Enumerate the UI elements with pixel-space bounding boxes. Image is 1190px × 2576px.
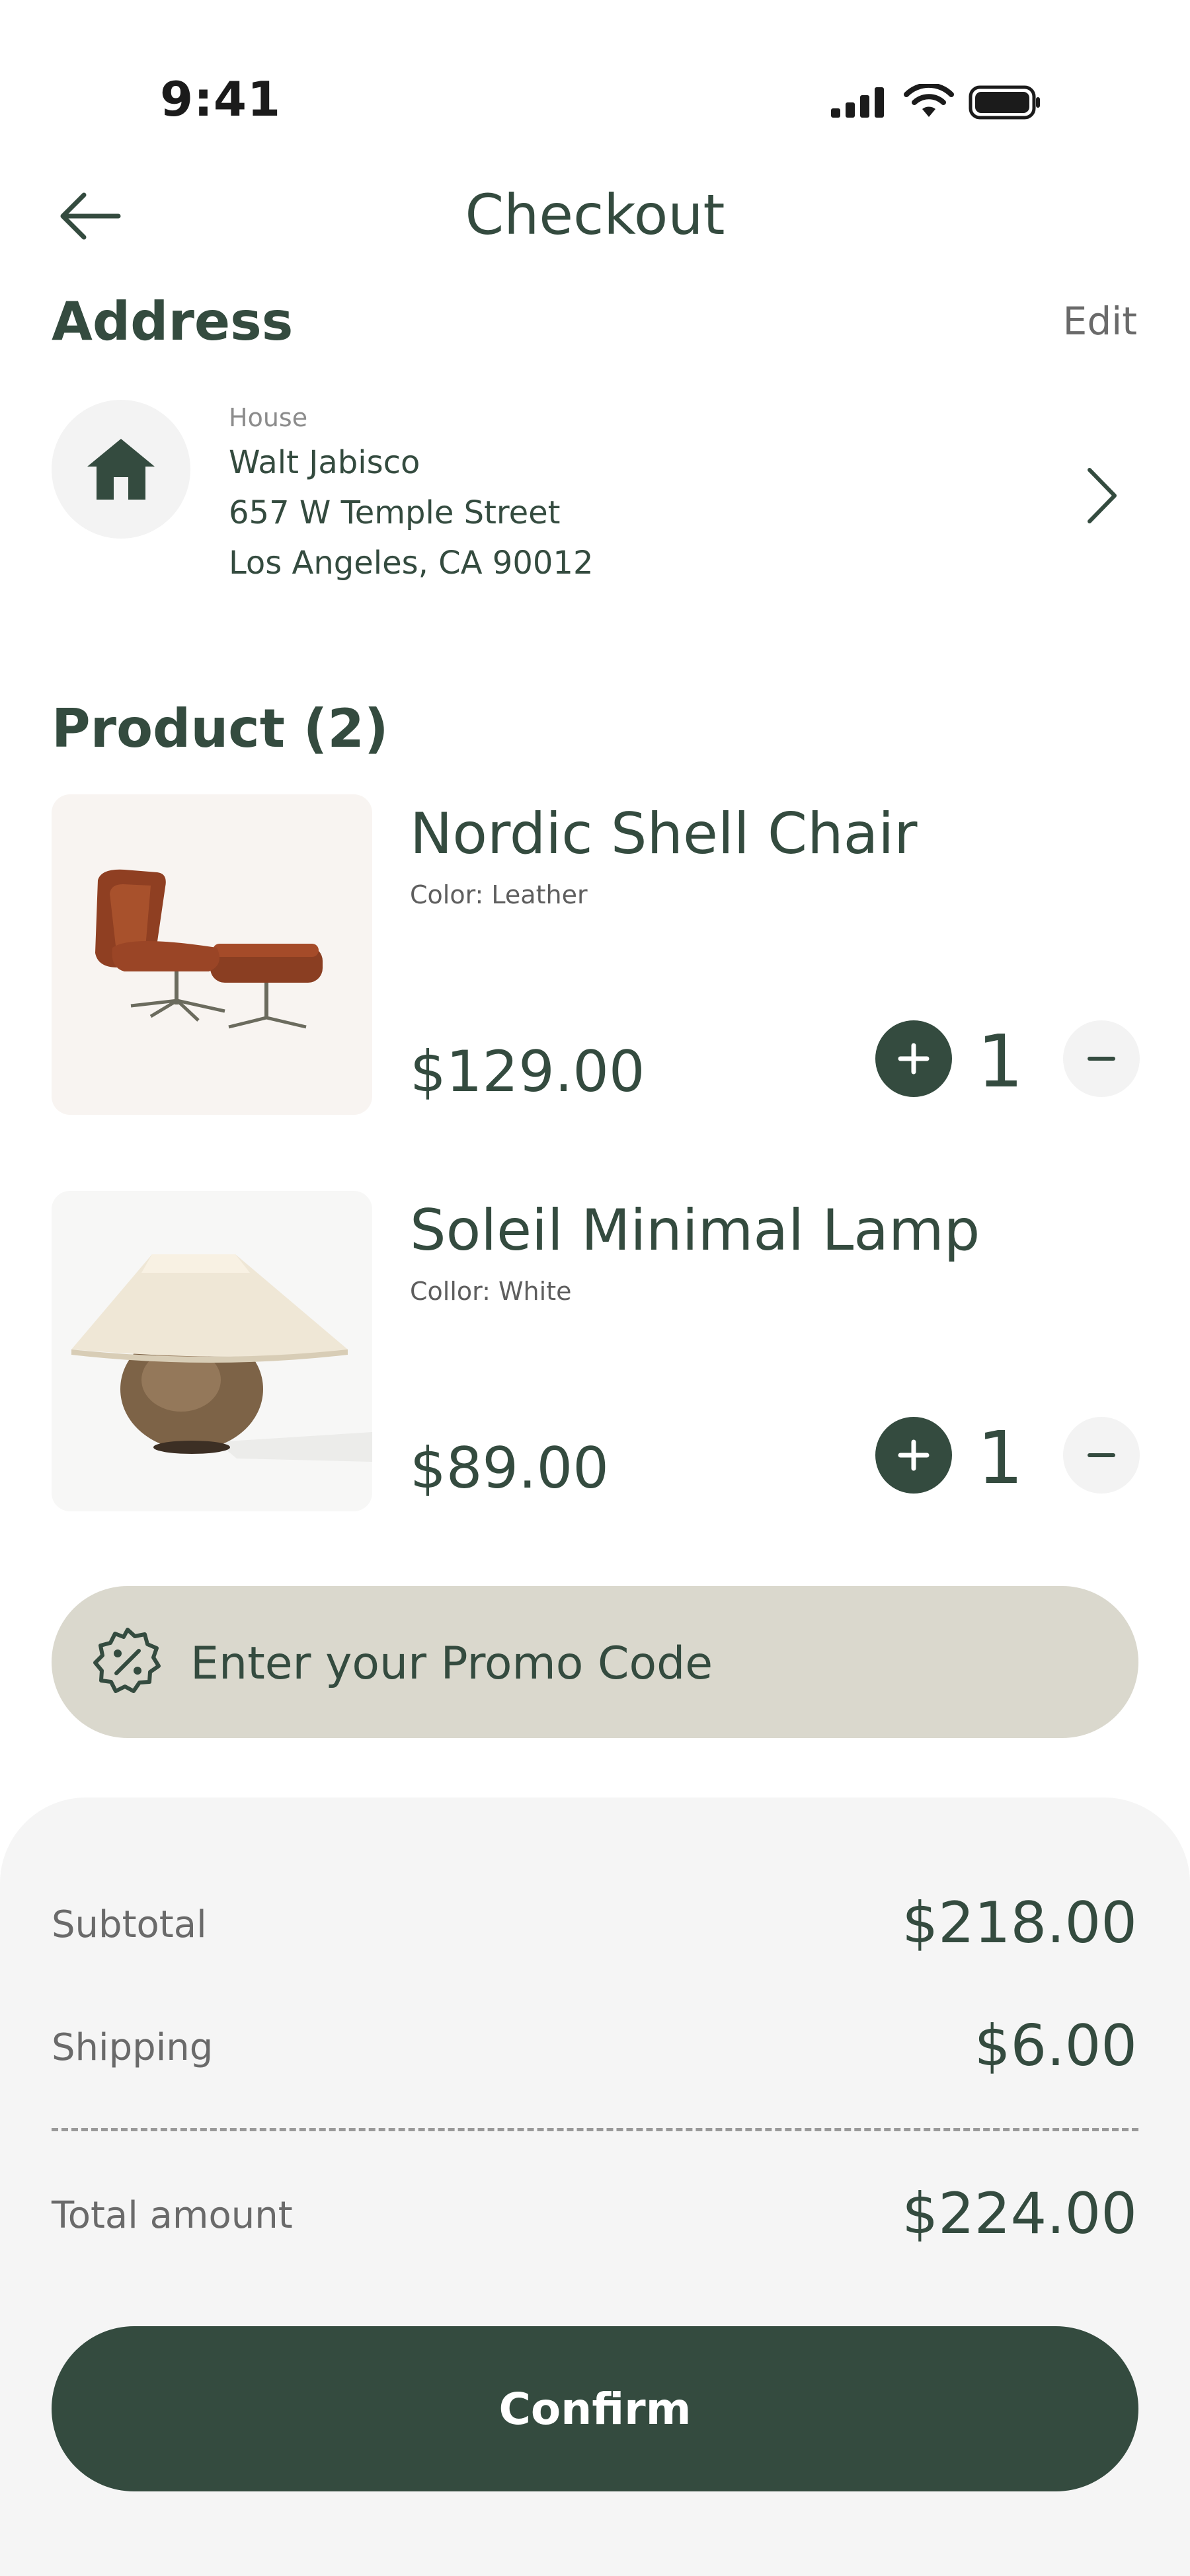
address-street: 657 W Temple Street bbox=[229, 494, 561, 531]
chevron-right-icon[interactable] bbox=[1079, 463, 1125, 529]
subtotal-value: $218.00 bbox=[902, 1890, 1137, 1956]
header: Checkout bbox=[0, 165, 1190, 264]
order-summary: Subtotal $218.00 Shipping $6.00 Total am… bbox=[0, 1798, 1190, 2576]
product-color: Collor: White bbox=[410, 1277, 572, 1306]
promo-code-input[interactable]: Enter your Promo Code bbox=[52, 1586, 1138, 1738]
minus-icon bbox=[1088, 1057, 1115, 1061]
shipping-label: Shipping bbox=[52, 2026, 214, 2069]
quantity-value: 1 bbox=[977, 1416, 1023, 1500]
total-amount-value: $224.00 bbox=[902, 2181, 1137, 2247]
shipping-value: $6.00 bbox=[974, 2013, 1137, 2079]
page-title: Checkout bbox=[465, 182, 725, 247]
address-section-title: Address bbox=[52, 291, 294, 352]
product-item: Soleil Minimal Lamp Collor: White $89.00… bbox=[52, 1191, 1140, 1511]
plus-icon bbox=[898, 1043, 930, 1075]
promo-code-placeholder: Enter your Promo Code bbox=[190, 1638, 713, 1690]
discount-badge-icon bbox=[93, 1628, 161, 1693]
product-section-title: Product (2) bbox=[52, 698, 389, 759]
minus-icon bbox=[1088, 1453, 1115, 1457]
product-name: Nordic Shell Chair bbox=[410, 801, 918, 867]
product-image-chair[interactable] bbox=[52, 794, 372, 1115]
product-image-lamp[interactable] bbox=[52, 1191, 372, 1511]
product-price: $89.00 bbox=[410, 1435, 609, 1501]
address-name: Walt Jabisco bbox=[229, 444, 420, 481]
quantity-increase-button[interactable] bbox=[875, 1417, 952, 1494]
quantity-decrease-button[interactable] bbox=[1063, 1417, 1140, 1494]
wifi-icon bbox=[904, 84, 954, 117]
plus-icon bbox=[898, 1439, 930, 1471]
product-price: $129.00 bbox=[410, 1039, 645, 1105]
status-icons bbox=[830, 83, 1041, 122]
battery-icon bbox=[969, 85, 1040, 120]
confirm-button[interactable]: Confirm bbox=[52, 2326, 1138, 2491]
status-time: 9:41 bbox=[160, 71, 282, 127]
house-icon-badge bbox=[52, 400, 190, 539]
quantity-increase-button[interactable] bbox=[875, 1020, 952, 1097]
signal-icon bbox=[831, 87, 884, 118]
subtotal-label: Subtotal bbox=[52, 1903, 207, 1946]
summary-divider bbox=[52, 2128, 1138, 2131]
product-item: Nordic Shell Chair Color: Leather $129.0… bbox=[52, 794, 1140, 1115]
product-color: Color: Leather bbox=[410, 880, 588, 909]
address-card[interactable]: House Walt Jabisco 657 W Temple Street L… bbox=[52, 397, 1138, 595]
status-bar: 9:41 bbox=[0, 0, 1190, 159]
quantity-value: 1 bbox=[977, 1019, 1023, 1104]
quantity-decrease-button[interactable] bbox=[1063, 1020, 1140, 1097]
address-type: House bbox=[229, 403, 308, 432]
total-amount-label: Total amount bbox=[52, 2194, 293, 2237]
product-name: Soleil Minimal Lamp bbox=[410, 1197, 980, 1264]
address-city: Los Angeles, CA 90012 bbox=[229, 545, 594, 582]
edit-address-link[interactable]: Edit bbox=[1063, 299, 1137, 344]
house-icon bbox=[87, 439, 155, 500]
